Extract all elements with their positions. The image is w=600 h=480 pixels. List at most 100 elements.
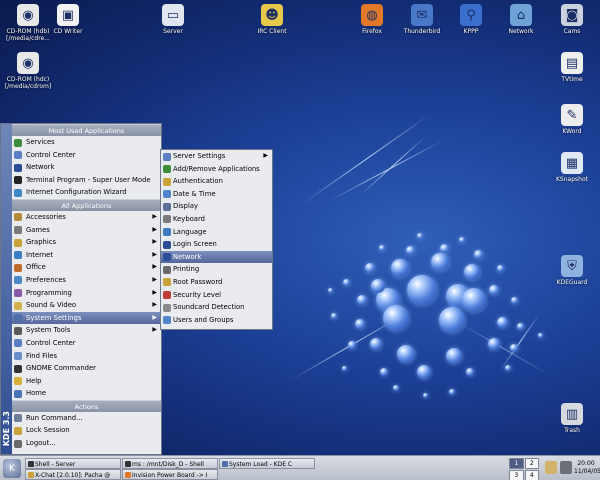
k-menu: KDE 3.3 Most Used Applications Services Co…	[0, 123, 162, 455]
taskbar-task[interactable]: ms : /mnt/Disk_D - Shell	[122, 458, 218, 469]
menu-item-office[interactable]: Office ▶	[12, 261, 161, 274]
bubble	[348, 341, 356, 349]
menu-item-system-tools[interactable]: System Tools ▶	[12, 324, 161, 337]
menu-item-terminal-program-super-user-mode[interactable]: Terminal Program - Super User Mode	[12, 174, 161, 187]
submenu-item-keyboard[interactable]: Keyboard	[161, 213, 272, 226]
menu-item-logout[interactable]: Logout...	[12, 437, 161, 450]
menu-item-gnome-commander[interactable]: GNOME Commander	[12, 362, 161, 375]
desktop-icon-label: KDEGuard	[556, 279, 588, 286]
disc-icon: ◉	[17, 52, 39, 74]
menu-item-terminal-program-super-user-mode-icon	[14, 176, 22, 185]
camera-icon: ◙	[561, 4, 583, 26]
desktop-icon-cdwriter[interactable]: ▣ CD Writer	[40, 4, 96, 35]
submenu-item-security-level[interactable]: Security Level	[161, 289, 272, 302]
bubble	[462, 288, 486, 312]
desktop-icon-kppp[interactable]: ⚲ KPPP	[443, 4, 499, 35]
submenu-item-printing[interactable]: Printing	[161, 263, 272, 276]
menu-item-label: Soundcard Detection	[173, 303, 245, 312]
submenu-item-display[interactable]: Display	[161, 200, 272, 213]
desktop-icon-firefox[interactable]: ◍ Firefox	[344, 4, 400, 35]
menu-item-preferences[interactable]: Preferences ▶	[12, 274, 161, 287]
k-menu-button[interactable]: K	[3, 459, 21, 478]
desktop-pager: 1234	[509, 458, 539, 480]
submenu-arrow-icon: ▶	[152, 275, 157, 283]
menu-item-services-icon	[14, 138, 22, 147]
menu-item-label: Network	[26, 163, 55, 172]
pager-desktop-2[interactable]: 2	[524, 458, 539, 469]
desktop-icon-irc[interactable]: ☻ IRC Client	[244, 4, 300, 35]
desktop-icon-cams[interactable]: ◙ Cams	[544, 4, 600, 35]
menu-item-programming[interactable]: Programming ▶	[12, 287, 161, 300]
desktop-icon-ksnapshot[interactable]: ▦ KSnapshot	[544, 152, 600, 183]
menu-item-graphics-icon	[14, 238, 22, 247]
submenu-item-printing-icon	[163, 265, 171, 274]
submenu-item-authentication-icon	[163, 177, 171, 186]
desktop-icon-network[interactable]: ⌂ Network	[493, 4, 549, 35]
desktop-icon-kdeguard[interactable]: ⛨ KDEGuard	[544, 255, 600, 286]
desktop-icon-server[interactable]: ▭ Server	[145, 4, 201, 35]
taskbar-task[interactable]: X-Chat [2.0.10]: Pacha @	[25, 469, 121, 480]
menu-section-header: All Applications	[12, 198, 161, 211]
submenu-item-network-icon	[163, 253, 171, 262]
bubble	[446, 348, 462, 364]
submenu-item-soundcard-detection[interactable]: Soundcard Detection	[161, 301, 272, 314]
menu-item-control-center-icon	[14, 151, 22, 160]
clock[interactable]: 20:00 11/04/05	[574, 460, 600, 476]
pager-desktop-3[interactable]: 3	[509, 470, 524, 480]
menu-item-label: Run Command...	[26, 413, 83, 422]
clipboard-icon[interactable]	[545, 461, 557, 474]
menu-item-sound-video-icon	[14, 301, 22, 310]
submenu-item-login-screen[interactable]: Login Screen	[161, 238, 272, 251]
taskbar-task[interactable]: Shell - Server	[25, 458, 121, 469]
desktop-icon-tvtime[interactable]: ▤ TVtime	[544, 52, 600, 83]
desktop-icon-thunderbird[interactable]: ✉ Thunderbird	[394, 4, 450, 35]
pager-desktop-4[interactable]: 4	[524, 470, 539, 480]
submenu-arrow-icon: ▶	[152, 238, 157, 246]
kppp-icon: ⚲	[460, 4, 482, 26]
menu-item-find-files[interactable]: Find Files	[12, 350, 161, 363]
bubble	[510, 296, 518, 304]
mail-icon: ✉	[411, 4, 433, 26]
menu-section-header: Actions	[12, 399, 161, 412]
menu-item-sound-video[interactable]: Sound & Video ▶	[12, 299, 161, 312]
submenu-item-language[interactable]: Language	[161, 226, 272, 239]
submenu-arrow-icon: ▶	[152, 263, 157, 271]
submenu-arrow-icon: ▶	[152, 212, 157, 220]
menu-item-control-center[interactable]: Control Center	[12, 149, 161, 162]
submenu-item-date-time[interactable]: Date & Time	[161, 188, 272, 201]
clock-time: 20:00	[577, 460, 595, 467]
menu-item-services[interactable]: Services	[12, 136, 161, 149]
submenu-arrow-icon: ▶	[152, 326, 157, 334]
submenu-item-add-remove-applications[interactable]: Add/Remove Applications	[161, 163, 272, 176]
menu-item-graphics[interactable]: Graphics ▶	[12, 236, 161, 249]
desktop-icon-label: CD-ROM (hdc) [/media/cdrom]	[4, 76, 52, 90]
bubble	[496, 264, 504, 272]
menu-item-games[interactable]: Games ▶	[12, 224, 161, 237]
submenu-item-root-password[interactable]: Root Password	[161, 276, 272, 289]
taskbar-task[interactable]: System Load - KDE C	[219, 458, 315, 469]
menu-item-help[interactable]: Help	[12, 375, 161, 388]
submenu-item-users-and-groups[interactable]: Users and Groups	[161, 314, 272, 327]
menu-item-system-settings[interactable]: System Settings ▶	[12, 311, 161, 325]
menu-item-home[interactable]: Home	[12, 387, 161, 400]
submenu-item-authentication[interactable]: Authentication	[161, 175, 272, 188]
menu-item-office-icon	[14, 263, 22, 272]
desktop-icon-cdrom2[interactable]: ◉ CD-ROM (hdc) [/media/cdrom]	[0, 52, 56, 90]
submenu-item-server-settings[interactable]: Server Settings ▶	[161, 150, 272, 163]
monitor-icon: ▭	[162, 4, 184, 26]
taskbar-task[interactable]: Invision Power Board -> I	[122, 469, 218, 480]
menu-item-lock-session[interactable]: Lock Session	[12, 424, 161, 437]
kmix-icon[interactable]	[560, 461, 572, 474]
pager-desktop-1[interactable]: 1	[509, 458, 524, 469]
submenu-item-network[interactable]: Network	[161, 250, 272, 264]
menu-item-control-center[interactable]: Control Center	[12, 337, 161, 350]
desktop-icon-trash[interactable]: ▥ Trash	[544, 403, 600, 434]
submenu-item-security-level-icon	[163, 291, 171, 300]
menu-item-internet-configuration-wizard[interactable]: Internet Configuration Wizard	[12, 186, 161, 199]
desktop-icon-kword[interactable]: ✎ KWord	[544, 104, 600, 135]
menu-item-network-icon	[14, 163, 22, 172]
menu-item-internet[interactable]: Internet ▶	[12, 249, 161, 262]
menu-item-network[interactable]: Network	[12, 161, 161, 174]
menu-item-accessories[interactable]: Accessories ▶	[12, 211, 161, 224]
menu-item-run-command[interactable]: Run Command...	[12, 412, 161, 425]
